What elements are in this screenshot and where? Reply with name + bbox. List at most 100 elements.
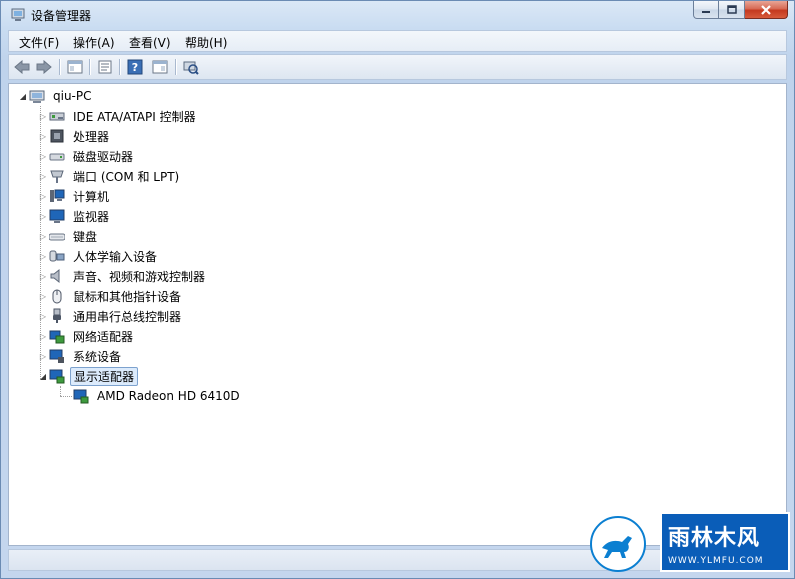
port-icon [49, 168, 65, 184]
tree-item-label: 鼠标和其他指针设备 [73, 289, 182, 304]
title-bar[interactable]: 设备管理器 [1, 1, 794, 29]
expand-arrow-icon[interactable]: ▷ [37, 206, 49, 226]
tree-item-ports[interactable]: ▷ 端口 (COM 和 LPT) [37, 166, 182, 186]
menu-action[interactable]: 操作(A) [73, 34, 115, 51]
device-manager-icon [10, 7, 26, 23]
tree-item-label: 通用串行总线控制器 [73, 309, 182, 324]
watermark-logo: 雨林木风 WWW.YLMFU.COM [590, 512, 792, 576]
tree-item-display[interactable]: ◢ 显示适配器 [37, 366, 139, 386]
display-adapter-icon [49, 368, 65, 384]
computer-icon [49, 188, 65, 204]
display-adapter-device-icon [73, 388, 89, 404]
tree-item-label: 监视器 [73, 209, 110, 224]
expand-arrow-icon[interactable]: ▷ [37, 146, 49, 166]
device-tree[interactable]: ◢ qiu-PC ▷ IDE ATA/ATAPI 控制器 ▷ 处理器 ▷ 磁盘驱… [8, 83, 787, 546]
console-tree-button[interactable] [66, 59, 84, 75]
minimize-icon [702, 10, 710, 13]
forward-icon [36, 60, 52, 74]
tree-item-label: 处理器 [73, 129, 110, 144]
tree-item-label: 键盘 [73, 229, 98, 244]
tree-item-label: 磁盘驱动器 [73, 149, 134, 164]
tree-item-keyboard[interactable]: ▷ 键盘 [37, 226, 100, 246]
menu-view[interactable]: 查看(V) [129, 34, 171, 51]
expand-arrow-icon[interactable]: ▷ [37, 226, 49, 246]
help-icon: ? [127, 59, 143, 75]
expand-arrow-icon[interactable]: ▷ [37, 266, 49, 286]
expand-arrow-icon[interactable]: ▷ [37, 246, 49, 266]
mouse-icon [49, 288, 65, 304]
device-manager-window: 设备管理器 文件(F) 操作(A) 查看(V) 帮助(H) ? ◢ qiu-PC… [0, 0, 795, 579]
window-title: 设备管理器 [31, 9, 92, 23]
tree-child-device[interactable]: AMD Radeon HD 6410D [73, 386, 243, 406]
tree-item-mouse[interactable]: ▷ 鼠标和其他指针设备 [37, 286, 184, 306]
computer-root-icon [29, 88, 45, 104]
disk-drive-icon [49, 148, 65, 164]
watermark-text: 雨林木风 [668, 526, 761, 551]
watermark-brand-box: 雨林木风 WWW.YLMFU.COM [660, 512, 790, 572]
expand-arrow-icon[interactable]: ▷ [37, 306, 49, 326]
tree-item-system[interactable]: ▷ 系统设备 [37, 346, 124, 366]
svg-text:?: ? [132, 61, 138, 74]
device-label: AMD Radeon HD 6410D [97, 389, 240, 403]
expand-arrow-icon[interactable]: ▷ [37, 286, 49, 306]
tree-item-label-selected: 显示适配器 [70, 366, 139, 386]
expand-arrow-icon[interactable]: ▷ [37, 186, 49, 206]
usb-icon [49, 308, 65, 324]
keyboard-icon [49, 228, 65, 244]
scan-hardware-icon [183, 61, 199, 75]
help-button[interactable]: ? [126, 59, 144, 75]
tree-item-label: IDE ATA/ATAPI 控制器 [73, 109, 196, 124]
show-hide-console-tree-icon [67, 60, 83, 74]
tree-item-processor[interactable]: ▷ 处理器 [37, 126, 112, 146]
close-button[interactable] [745, 1, 788, 19]
tree-item-usb[interactable]: ▷ 通用串行总线控制器 [37, 306, 184, 326]
expand-arrow-icon[interactable]: ▷ [37, 166, 49, 186]
menu-help[interactable]: 帮助(H) [185, 34, 227, 51]
close-icon [761, 4, 771, 15]
ide-controller-icon [49, 108, 65, 124]
tree-item-network[interactable]: ▷ 网络适配器 [37, 326, 136, 346]
horse-logo-icon [590, 516, 646, 572]
hid-icon [49, 248, 65, 264]
expand-arrow-icon[interactable]: ▷ [37, 126, 49, 146]
tree-item-monitor[interactable]: ▷ 监视器 [37, 206, 112, 226]
tree-item-label: 声音、视频和游戏控制器 [73, 269, 206, 284]
menu-bar: 文件(F) 操作(A) 查看(V) 帮助(H) [8, 30, 787, 52]
collapse-arrow-icon[interactable]: ◢ [37, 366, 49, 386]
view-button[interactable] [151, 59, 169, 75]
network-adapter-icon [49, 328, 65, 344]
scan-hardware-button[interactable] [182, 59, 200, 75]
view-icon [152, 60, 168, 74]
back-button[interactable] [13, 59, 31, 75]
minimize-button[interactable] [693, 1, 719, 19]
monitor-icon [49, 208, 65, 224]
back-icon [14, 60, 30, 74]
expand-arrow-icon[interactable]: ▷ [37, 106, 49, 126]
expand-arrow-icon[interactable]: ▷ [37, 326, 49, 346]
tree-item-label: 端口 (COM 和 LPT) [73, 169, 180, 184]
tree-item-sound[interactable]: ▷ 声音、视频和游戏控制器 [37, 266, 208, 286]
tree-item-label: 计算机 [73, 189, 110, 204]
properties-button[interactable] [96, 59, 114, 75]
menu-file[interactable]: 文件(F) [19, 34, 59, 51]
sound-icon [49, 268, 65, 284]
tree-item-label: 系统设备 [73, 349, 122, 364]
tree-item-hid[interactable]: ▷ 人体学输入设备 [37, 246, 160, 266]
expand-arrow-icon[interactable]: ▷ [37, 346, 49, 366]
tree-item-disk[interactable]: ▷ 磁盘驱动器 [37, 146, 136, 166]
toolbar: ? [8, 54, 787, 80]
system-device-icon [49, 348, 65, 364]
maximize-icon [726, 5, 737, 14]
tree-item-computer[interactable]: ▷ 计算机 [37, 186, 112, 206]
tree-root[interactable]: ◢ qiu-PC [17, 86, 95, 106]
root-label: qiu-PC [53, 89, 92, 103]
tree-item-ide[interactable]: ▷ IDE ATA/ATAPI 控制器 [37, 106, 199, 126]
properties-icon [98, 60, 112, 74]
tree-item-label: 人体学输入设备 [73, 249, 158, 264]
processor-icon [49, 128, 65, 144]
forward-button[interactable] [35, 59, 53, 75]
tree-item-label: 网络适配器 [73, 329, 134, 344]
collapse-arrow-icon[interactable]: ◢ [17, 86, 29, 106]
watermark-url: WWW.YLMFU.COM [668, 556, 764, 566]
maximize-button[interactable] [719, 1, 745, 19]
